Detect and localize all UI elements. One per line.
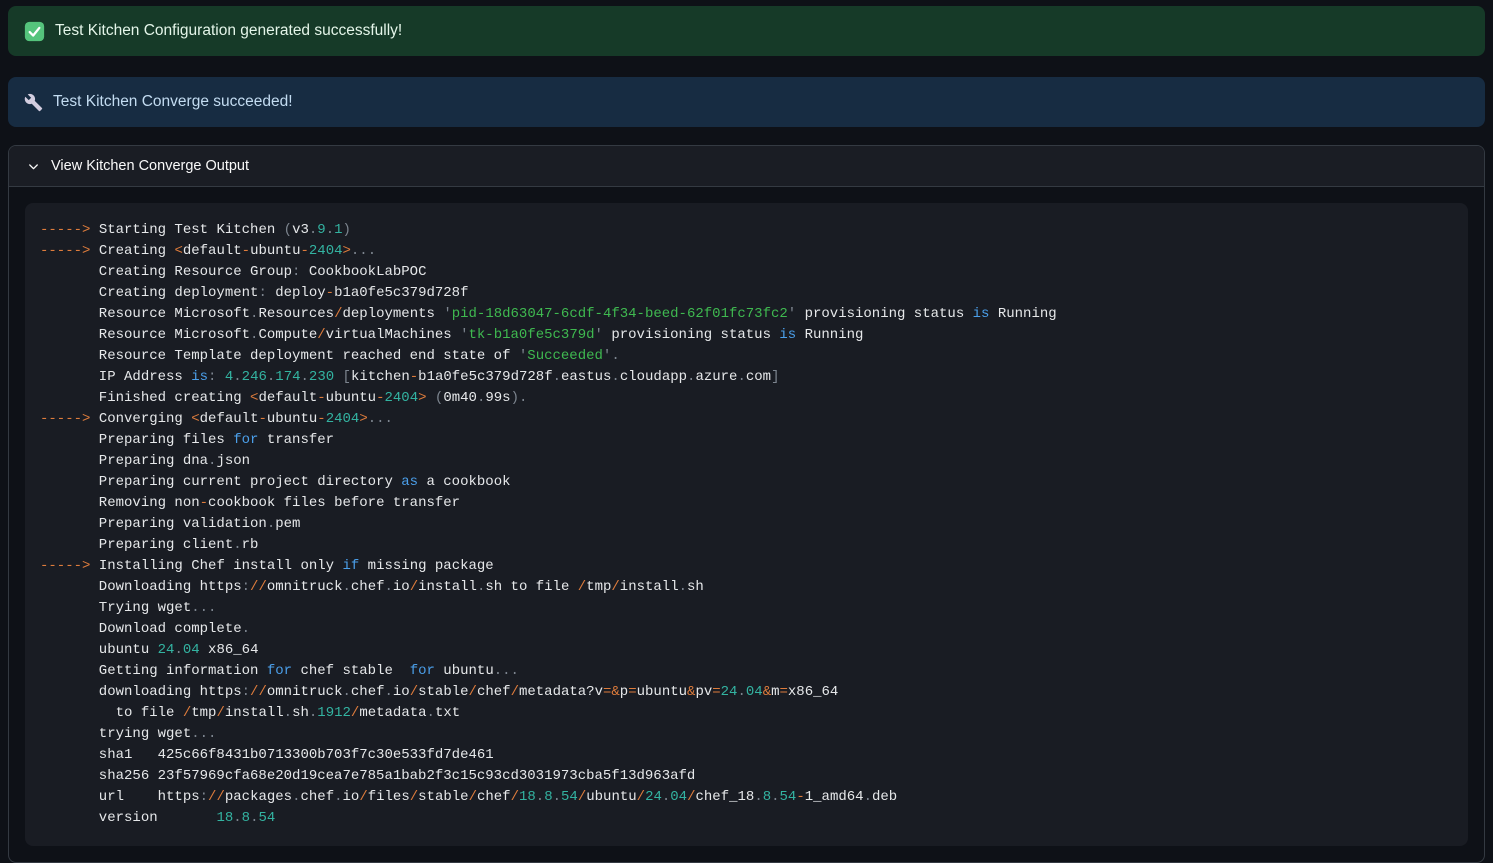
console-line: -----> Installing Chef install only if m… [40, 556, 1453, 577]
success-alert: Test Kitchen Configuration generated suc… [8, 6, 1485, 56]
console-line: Downloading https://omnitruck.chef.io/in… [40, 577, 1453, 598]
expander-label: View Kitchen Converge Output [51, 158, 249, 174]
console-output: -----> Starting Test Kitchen (v3.9.1)---… [40, 220, 1453, 829]
console-line: Preparing client.rb [40, 535, 1453, 556]
expander-header[interactable]: View Kitchen Converge Output [9, 146, 1484, 187]
console-line: Creating Resource Group: CookbookLabPOC [40, 262, 1453, 283]
console-line: Resource Template deployment reached end… [40, 346, 1453, 367]
console-line: Resource Microsoft.Compute/virtualMachin… [40, 325, 1453, 346]
console-line: ubuntu 24.04 x86_64 [40, 640, 1453, 661]
console-line: downloading https://omnitruck.chef.io/st… [40, 682, 1453, 703]
console-line: Preparing validation.pem [40, 514, 1453, 535]
console-line: -----> Converging <default-ubuntu-2404>.… [40, 409, 1453, 430]
console-line: Removing non-cookbook files before trans… [40, 493, 1453, 514]
console-line: Getting information for chef stable for … [40, 661, 1453, 682]
console-code-block[interactable]: -----> Starting Test Kitchen (v3.9.1)---… [25, 203, 1468, 846]
console-line: Preparing current project directory as a… [40, 472, 1453, 493]
app: Test Kitchen Configuration generated suc… [0, 0, 1493, 863]
chevron-down-icon [26, 159, 41, 174]
console-line: Preparing files for transfer [40, 430, 1453, 451]
console-line: IP Address is: 4.246.174.230 [kitchen-b1… [40, 367, 1453, 388]
console-line: -----> Starting Test Kitchen (v3.9.1) [40, 220, 1453, 241]
console-line: version 18.8.54 [40, 808, 1453, 829]
check-icon [24, 21, 45, 42]
expander: View Kitchen Converge Output -----> Star… [8, 145, 1485, 863]
expander-body: -----> Starting Test Kitchen (v3.9.1)---… [9, 187, 1484, 862]
console-line: to file /tmp/install.sh.1912/metadata.tx… [40, 703, 1453, 724]
console-line: trying wget... [40, 724, 1453, 745]
console-line: Resource Microsoft.Resources/deployments… [40, 304, 1453, 325]
info-text: Test Kitchen Converge succeeded! [53, 93, 293, 111]
console-line: Trying wget... [40, 598, 1453, 619]
console-line: Download complete. [40, 619, 1453, 640]
console-line: sha1 425c66f8431b0713300b703f7c30e533fd7… [40, 745, 1453, 766]
console-line: Finished creating <default-ubuntu-2404> … [40, 388, 1453, 409]
wrench-icon [24, 93, 43, 112]
info-alert: Test Kitchen Converge succeeded! [8, 77, 1485, 127]
success-text: Test Kitchen Configuration generated suc… [55, 22, 402, 40]
console-line: Preparing dna.json [40, 451, 1453, 472]
console-line: -----> Creating <default-ubuntu-2404>... [40, 241, 1453, 262]
console-line: url https://packages.chef.io/files/stabl… [40, 787, 1453, 808]
console-line: Creating deployment: deploy-b1a0fe5c379d… [40, 283, 1453, 304]
console-line: sha256 23f57969cfa68e20d19cea7e785a1bab2… [40, 766, 1453, 787]
